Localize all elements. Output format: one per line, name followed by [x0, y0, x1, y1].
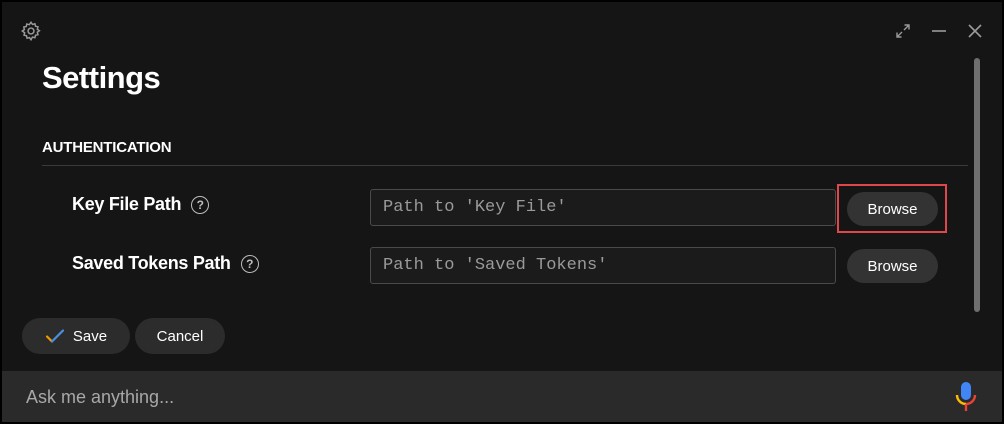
key-file-path-input[interactable]: [370, 189, 836, 226]
section-heading: AUTHENTICATION: [42, 139, 172, 156]
save-button[interactable]: Save: [22, 318, 130, 354]
saved-tokens-label: Saved Tokens Path: [72, 253, 231, 273]
help-icon[interactable]: ?: [191, 195, 210, 214]
key-file-browse-button[interactable]: Browse: [847, 192, 938, 226]
window-controls: [892, 20, 986, 42]
page-title: Settings: [42, 60, 161, 95]
save-label: Save: [72, 327, 108, 345]
saved-tokens-path-input[interactable]: [370, 247, 836, 284]
expand-icon: [896, 24, 910, 38]
help-icon[interactable]: ?: [240, 254, 259, 273]
ask-bar: [2, 371, 1002, 422]
microphone-icon: [955, 382, 977, 411]
close-icon: [968, 24, 982, 38]
microphone-button[interactable]: [954, 381, 978, 413]
key-file-row-label: Key File Path ?: [72, 194, 210, 215]
settings-window: Settings AUTHENTICATION Key File Path ? …: [0, 0, 1004, 424]
ask-input[interactable]: [24, 383, 928, 411]
expand-button[interactable]: [892, 20, 914, 42]
minimize-button[interactable]: [928, 20, 950, 42]
close-button[interactable]: [964, 20, 986, 42]
scrollbar-thumb[interactable]: [974, 58, 980, 312]
gear-icon: [21, 21, 41, 42]
saved-tokens-browse-button[interactable]: Browse: [847, 249, 938, 283]
key-file-label: Key File Path: [72, 194, 182, 214]
checkmark-icon: [45, 329, 64, 343]
cancel-button[interactable]: Cancel: [135, 318, 225, 354]
minimize-icon: [932, 30, 946, 32]
scrollbar[interactable]: [974, 58, 980, 312]
section-divider: [42, 165, 968, 166]
saved-tokens-row-label: Saved Tokens Path ?: [72, 253, 259, 274]
settings-gear-button[interactable]: [20, 20, 42, 42]
